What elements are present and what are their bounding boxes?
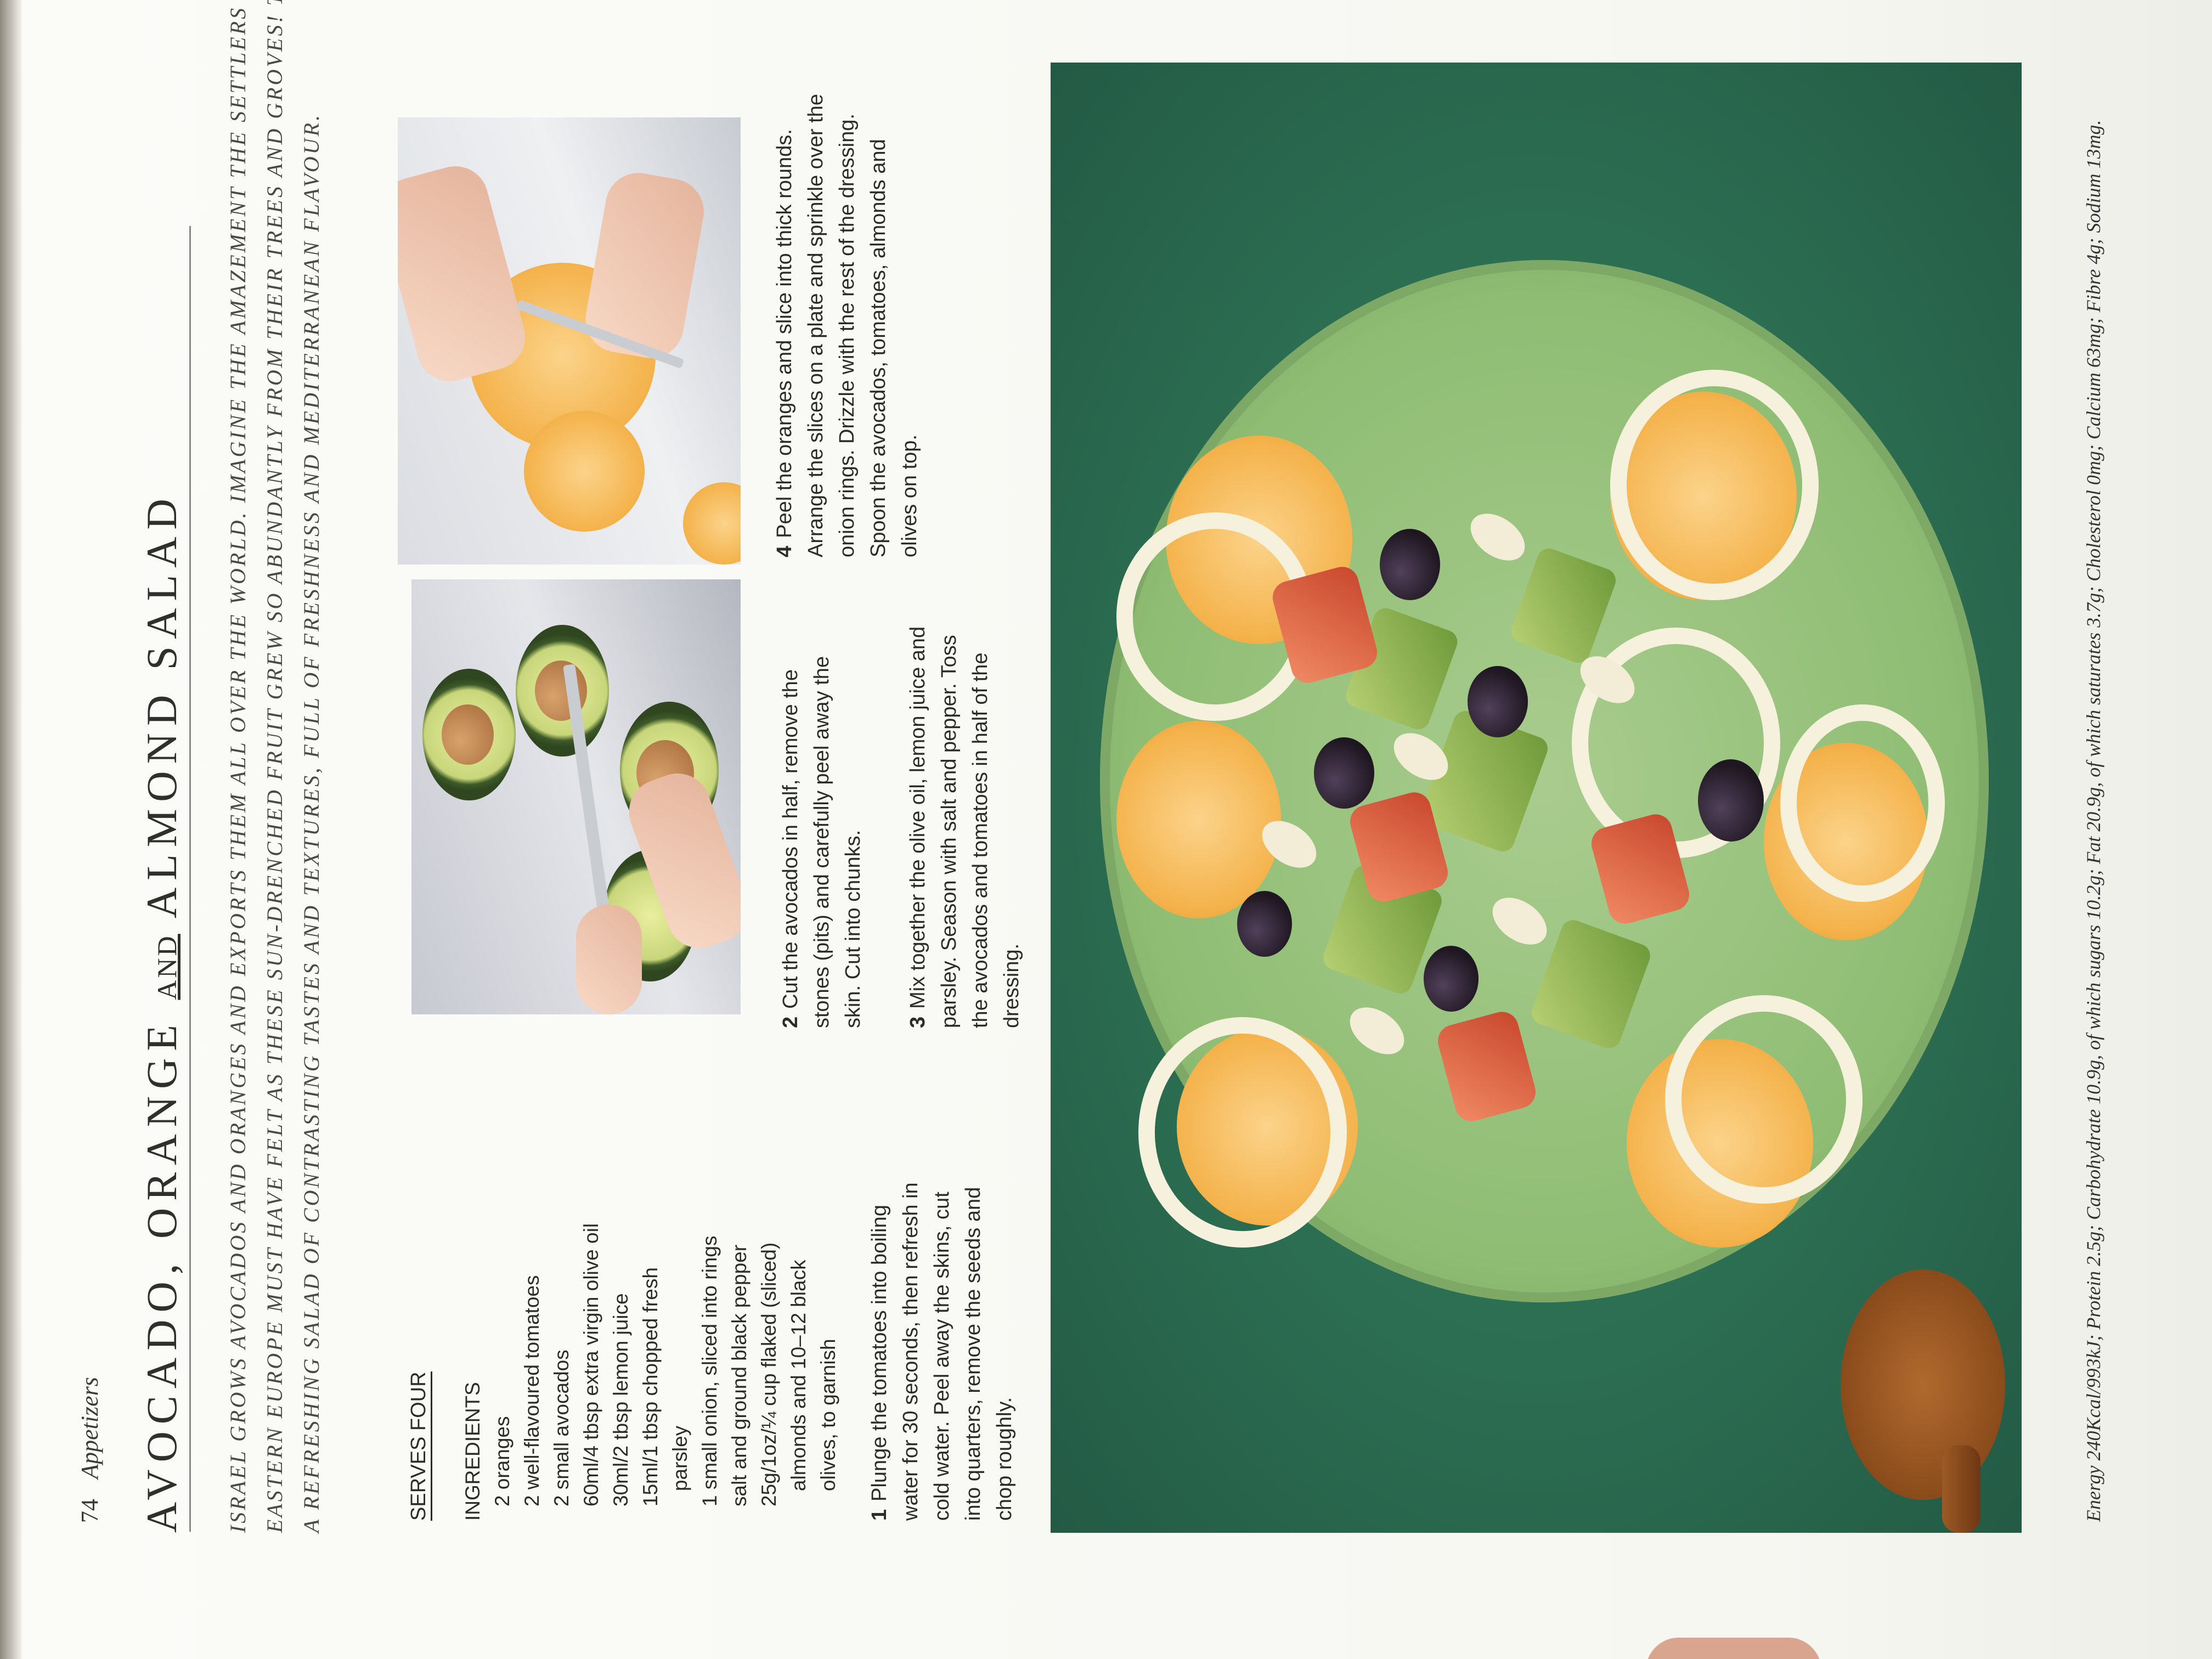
method-step-3: 3Mix together the olive oil, lemon juice…	[902, 622, 1028, 1028]
salad-photo	[1051, 63, 2022, 1533]
olive-image	[1380, 529, 1440, 600]
ingredient-item: 25g/1oz/¼ cup flaked (sliced) almonds an…	[758, 1242, 839, 1506]
title-and: AND	[151, 934, 182, 1000]
title-part-1: AVOCADO, ORANGE	[138, 1000, 185, 1533]
nutrition-info: Energy 240Kcal/993kJ; Protein 2.5g; Carb…	[2083, 120, 2104, 1522]
rotated-recipe-page: 74 Appetizers AVOCADO, ORANGE AND ALMOND…	[0, 0, 2212, 1659]
orange-image	[524, 411, 645, 532]
onion-ring-image	[1780, 704, 1945, 902]
recipe-title: AVOCADO, ORANGE AND ALMOND SALAD	[137, 0, 187, 1533]
mandarin-image	[683, 482, 741, 565]
onion-ring-image	[1665, 995, 1863, 1204]
orange-slice-image	[1116, 721, 1281, 918]
ingredient-item: 60ml/4 tbsp extra virgin olive oil	[580, 1223, 602, 1506]
ingredient-item: 30ml/2 tbsp lemon juice	[610, 1293, 632, 1506]
wooden-spoon-handle-image	[1942, 1445, 1980, 1533]
ingredients-list: INGREDIENTS 2 oranges 2 well-flavoured t…	[458, 1214, 843, 1521]
step-text: Cut the avocados in half, remove the sto…	[779, 656, 865, 1028]
step-number: 1	[868, 1509, 891, 1521]
ingredient-item: 2 small avocados	[550, 1350, 573, 1506]
olive-image	[1424, 946, 1479, 1012]
ingredients-heading: INGREDIENTS	[461, 1382, 484, 1521]
step-number: 2	[779, 1016, 802, 1028]
title-part-2: ALMOND SALAD	[138, 492, 185, 934]
book-page-photo: 74 Appetizers AVOCADO, ORANGE AND ALMOND…	[0, 0, 2212, 1659]
olive-image	[1237, 891, 1292, 957]
wooden-spoon-image	[1841, 1269, 2005, 1500]
step-number: 4	[773, 545, 796, 557]
olive-image	[1468, 666, 1528, 737]
onion-ring-image	[1138, 1017, 1347, 1248]
hand-image	[398, 159, 533, 389]
step-number: 3	[906, 1016, 929, 1028]
avocado-cutting-photo	[411, 579, 741, 1014]
title-rule	[189, 226, 191, 1532]
page-number: 74	[76, 1499, 103, 1523]
step-text: Peel the oranges and slice into thick ro…	[773, 94, 921, 557]
step-text: Mix together the olive oil, lemon juice …	[906, 626, 1023, 1028]
onion-ring-image	[1610, 370, 1819, 600]
ingredient-item: 2 well-flavoured tomatoes	[521, 1275, 543, 1506]
method-step-4: 4Peel the oranges and slice into thick r…	[769, 88, 926, 557]
ingredient-item: 1 small onion, sliced into rings	[698, 1235, 721, 1506]
running-header: 74 Appetizers	[76, 1377, 104, 1523]
recipe-intro: Israel grows avocados and oranges and ex…	[225, 0, 324, 1533]
avocado-pit-image	[442, 704, 494, 765]
thumb-image	[1646, 1638, 1821, 1659]
method-step-1: 1Plunge the tomatoes into boiling water …	[864, 1181, 1020, 1521]
step-text: Plunge the tomatoes into boiling water f…	[868, 1182, 1016, 1521]
orange-peeling-photo	[398, 117, 741, 565]
olive-image	[1314, 737, 1374, 809]
method-step-2: 2Cut the avocados in half, remove the st…	[775, 622, 869, 1028]
serves-label: SERVES FOUR	[407, 1372, 432, 1521]
ingredient-item: salt and ground black pepper	[728, 1244, 751, 1506]
ingredient-item: 15ml/1 tbsp chopped fresh parsley	[639, 1267, 691, 1506]
section-name: Appetizers	[76, 1377, 103, 1479]
hand-image	[576, 905, 642, 1014]
ingredient-item: 2 oranges	[491, 1416, 514, 1506]
olive-image	[1698, 759, 1764, 842]
